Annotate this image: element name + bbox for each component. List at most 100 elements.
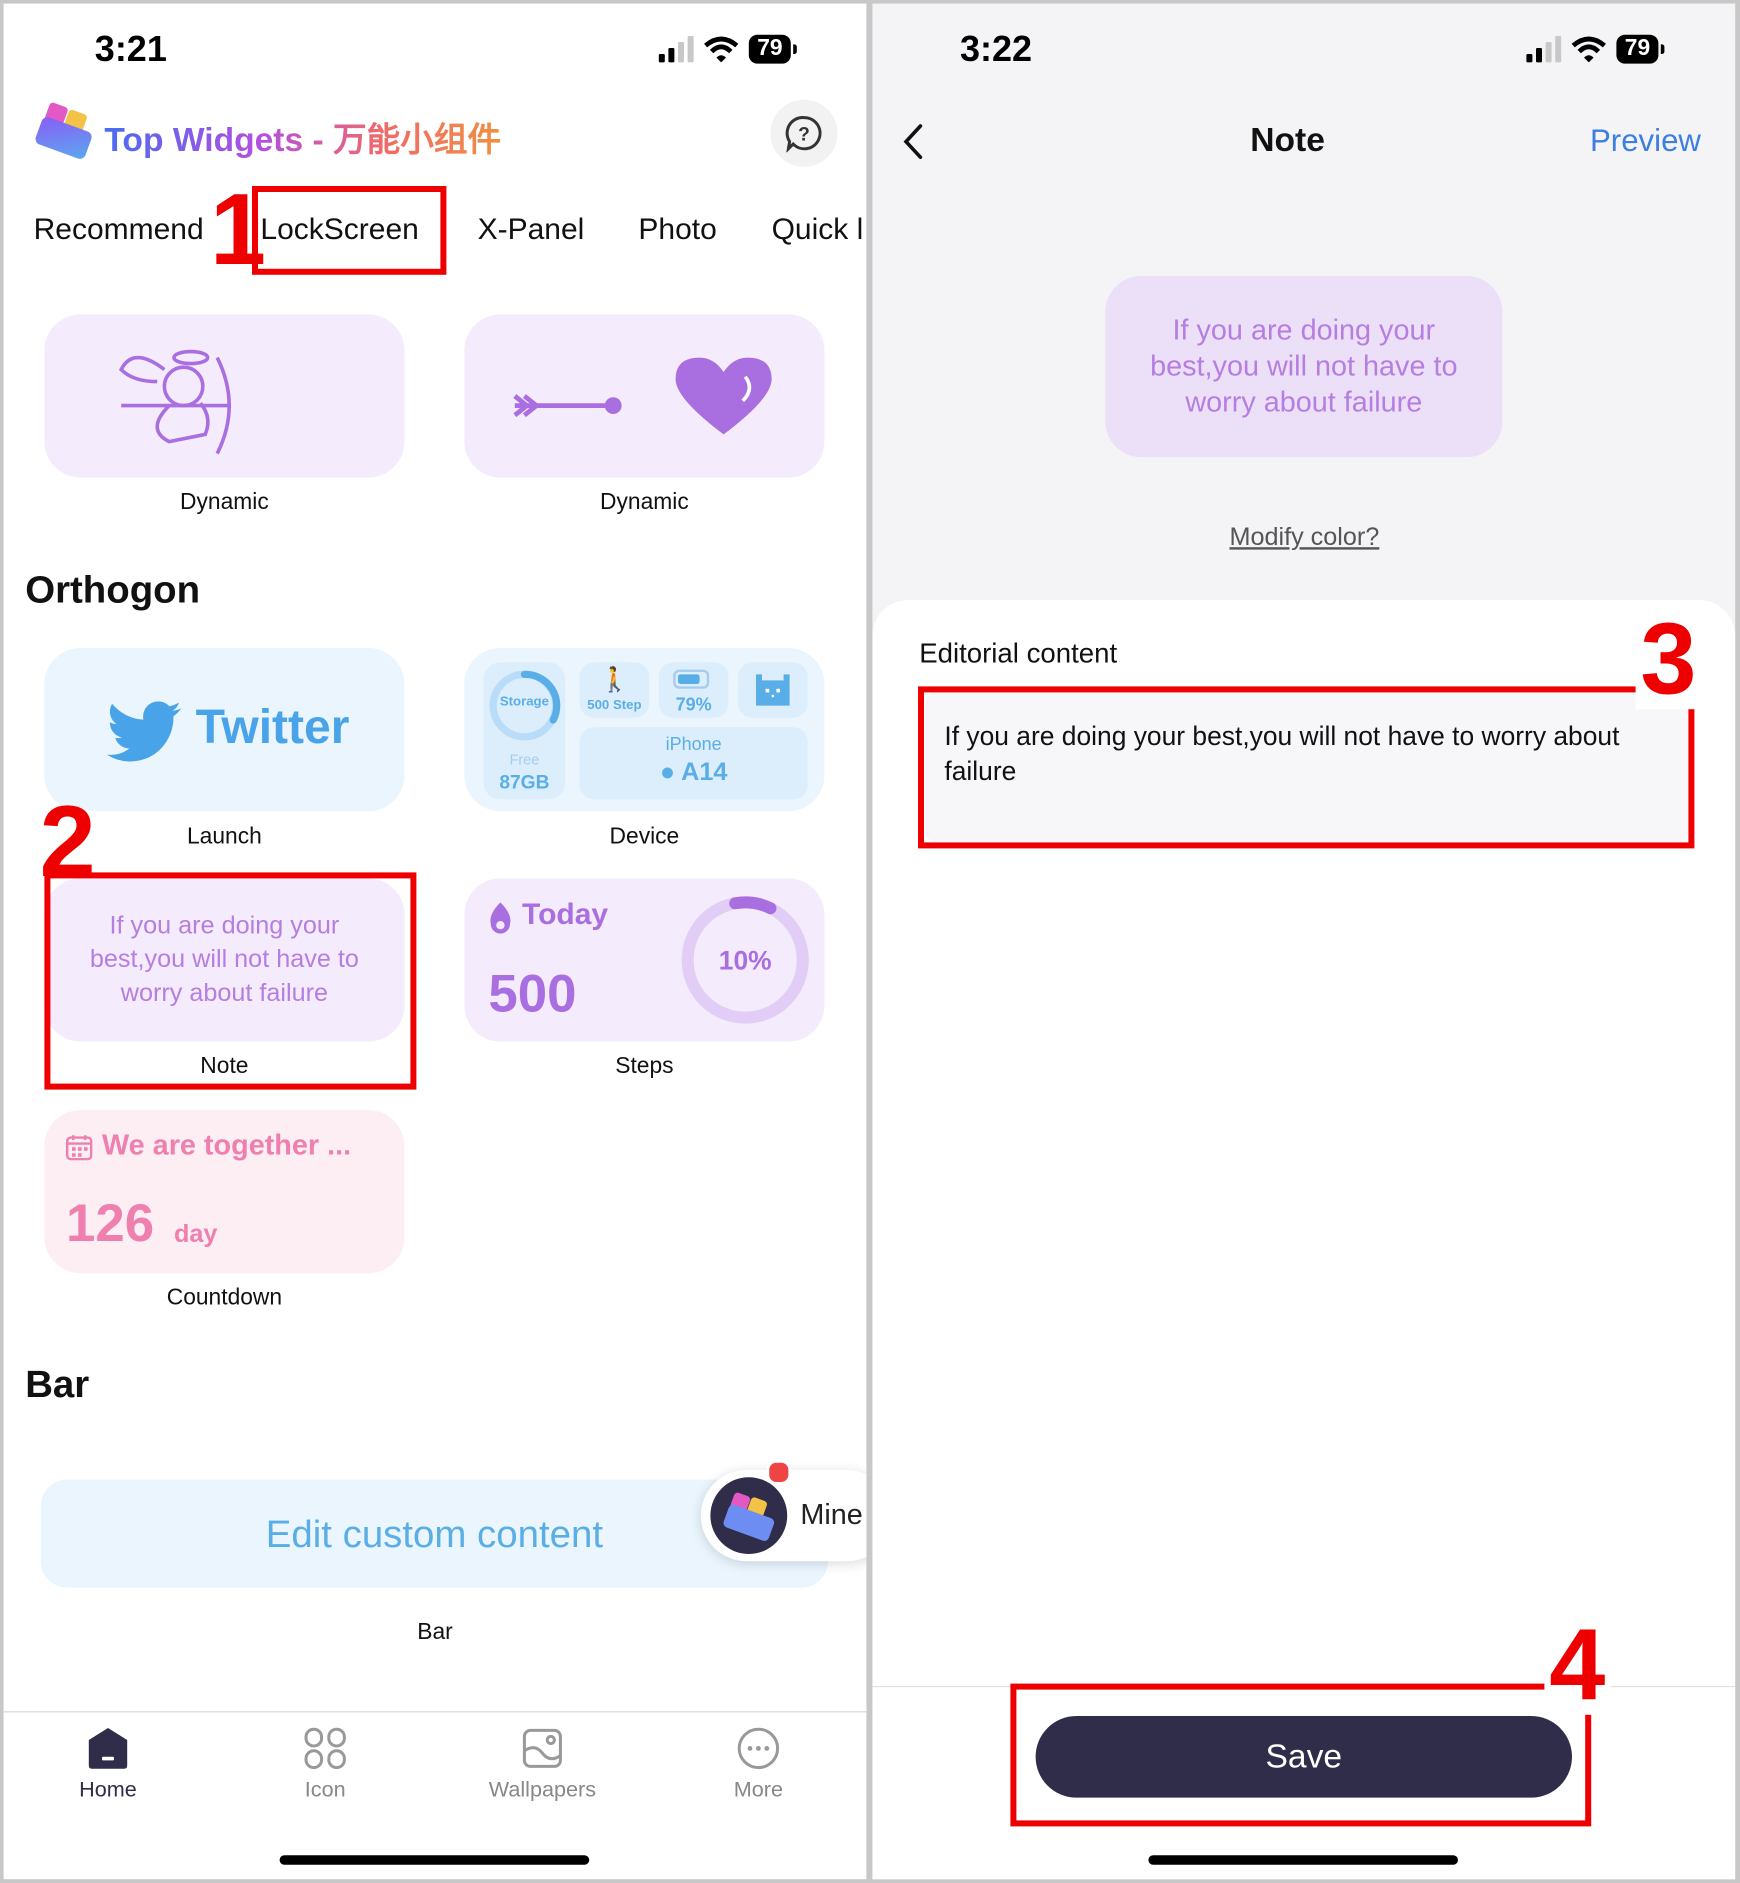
home-indicator bbox=[279, 1855, 590, 1865]
walking-icon: 🚶 bbox=[599, 667, 630, 694]
mine-floating-button[interactable]: Mine bbox=[700, 1460, 867, 1562]
nav-label: Wallpapers bbox=[488, 1777, 597, 1802]
widget-twitter-launch[interactable]: Twitter bbox=[44, 648, 405, 812]
cat-tile bbox=[738, 662, 808, 718]
status-time: 3:21 bbox=[94, 30, 167, 70]
right-screen: 3:22 79 Note Preview If you are doing yo… bbox=[872, 3, 1736, 1880]
cupid-icon bbox=[119, 349, 231, 455]
arrow-heart-icon bbox=[513, 357, 772, 435]
svg-text:?: ? bbox=[798, 124, 810, 145]
tab-bar-divider bbox=[3, 1711, 867, 1713]
left-screen: 3:21 79 Top Widgets - 万能小组件 ? Recommend … bbox=[3, 3, 867, 1880]
battery-percent: 79% bbox=[675, 694, 712, 716]
steps-value: 500 Step bbox=[587, 698, 642, 713]
steps-percent: 10% bbox=[718, 945, 772, 976]
apple-icon: ● bbox=[659, 758, 676, 787]
widget-label: Steps bbox=[615, 1053, 674, 1079]
free-value: 87GB bbox=[499, 772, 550, 794]
modify-color-link[interactable]: Modify color? bbox=[872, 523, 1735, 552]
nav-label: More bbox=[733, 1777, 784, 1802]
battery-icon bbox=[673, 669, 710, 689]
bar-widget-text: Edit custom content bbox=[265, 1511, 604, 1555]
wallpaper-icon bbox=[522, 1728, 562, 1768]
status-icons: 79 bbox=[1526, 34, 1665, 64]
icon-grid-icon bbox=[304, 1727, 346, 1770]
countdown-value: 126 bbox=[66, 1194, 155, 1253]
storage-label: Storage bbox=[499, 694, 549, 710]
battery-tile: 79% bbox=[658, 662, 729, 718]
signal-icon bbox=[658, 36, 694, 63]
widget-label: Dynamic bbox=[600, 489, 689, 515]
tab-recommend[interactable]: Recommend bbox=[34, 212, 204, 247]
widget-dynamic-heart[interactable] bbox=[464, 314, 825, 478]
steps-count: 500 bbox=[488, 964, 577, 1024]
app-logo-icon bbox=[35, 102, 92, 159]
tab-x-panel[interactable]: X-Panel bbox=[478, 212, 585, 247]
note-preview-widget: If you are doing your best,you will not … bbox=[1105, 276, 1503, 458]
mine-avatar bbox=[710, 1477, 788, 1555]
question-bubble-icon: ? bbox=[785, 116, 822, 153]
annotation-number-4: 4 bbox=[1544, 1614, 1611, 1715]
annotation-box-3 bbox=[918, 686, 1695, 849]
widget-label: Bar bbox=[417, 1620, 453, 1646]
widget-steps[interactable]: Today 500 10% bbox=[464, 878, 825, 1042]
widget-label: Launch bbox=[186, 824, 262, 850]
chip-value: A14 bbox=[681, 758, 728, 787]
annotation-number-2: 2 bbox=[39, 784, 96, 898]
free-label: Free bbox=[509, 751, 540, 768]
widget-device[interactable]: Storage Free 87GB 🚶 500 Step 79% iPhone … bbox=[464, 648, 825, 812]
countdown-unit: day bbox=[174, 1220, 218, 1248]
pixel-cat-icon bbox=[756, 674, 790, 706]
home-indicator bbox=[1148, 1855, 1458, 1865]
widget-countdown[interactable]: We are together ... 126 day bbox=[44, 1110, 405, 1274]
screenshot-composite: 3:21 79 Top Widgets - 万能小组件 ? Recommend … bbox=[0, 0, 1740, 1883]
section-title-orthogon: Orthogon bbox=[25, 567, 201, 611]
nav-home[interactable]: Home bbox=[36, 1727, 180, 1803]
annotation-number-1: 1 bbox=[210, 172, 267, 286]
widget-label: Device bbox=[609, 824, 680, 850]
nav-label: Home bbox=[79, 1777, 137, 1802]
widget-dynamic-cupid[interactable] bbox=[44, 314, 405, 478]
tab-photo[interactable]: Photo bbox=[638, 212, 716, 247]
flame-icon bbox=[490, 902, 511, 934]
today-label: Today bbox=[522, 897, 609, 932]
nav-wallpapers[interactable]: Wallpapers bbox=[470, 1727, 614, 1803]
notification-dot bbox=[766, 1460, 791, 1485]
countdown-title: We are together ... bbox=[102, 1129, 352, 1162]
mine-label: Mine bbox=[800, 1498, 863, 1532]
annotation-box-2 bbox=[44, 872, 417, 1090]
steps-tile: 🚶 500 Step bbox=[579, 662, 650, 718]
nav-more[interactable]: More bbox=[686, 1727, 830, 1803]
signal-icon bbox=[1526, 36, 1562, 63]
preview-text: If you are doing your best,you will not … bbox=[1150, 313, 1458, 419]
nav-icon[interactable]: Icon bbox=[253, 1727, 397, 1803]
page-title: Note bbox=[1250, 121, 1325, 159]
widget-label: Dynamic bbox=[180, 489, 269, 515]
more-icon bbox=[737, 1727, 780, 1770]
widget-label: Countdown bbox=[166, 1285, 283, 1311]
section-title-bar: Bar bbox=[25, 1362, 90, 1406]
editorial-content-label: Editorial content bbox=[919, 637, 1118, 669]
storage-tile: Storage Free 87GB bbox=[483, 662, 566, 800]
app-logo-icon bbox=[723, 1492, 775, 1541]
status-icons: 79 bbox=[658, 34, 798, 64]
status-time: 3:22 bbox=[960, 30, 1033, 70]
app-title: Top Widgets - 万能小组件 bbox=[104, 114, 501, 162]
nav-label: Icon bbox=[304, 1777, 346, 1802]
battery-indicator: 79 bbox=[1616, 34, 1665, 64]
wifi-icon bbox=[1571, 36, 1606, 63]
tab-quick[interactable]: Quick l bbox=[772, 212, 864, 247]
phone-label: iPhone bbox=[665, 734, 722, 755]
home-icon bbox=[88, 1728, 128, 1769]
twitter-text: Twitter bbox=[195, 700, 350, 754]
calendar-icon bbox=[66, 1135, 93, 1161]
battery-indicator: 79 bbox=[748, 34, 798, 64]
annotation-box-1 bbox=[252, 186, 447, 275]
annotation-box-4 bbox=[1010, 1683, 1592, 1827]
preview-button[interactable]: Preview bbox=[1590, 122, 1701, 159]
annotation-number-3: 3 bbox=[1635, 608, 1702, 710]
twitter-bird-icon bbox=[106, 701, 182, 762]
wifi-icon bbox=[704, 36, 739, 63]
help-button[interactable]: ? bbox=[770, 99, 838, 167]
iphone-tile: iPhone ● A14 bbox=[579, 727, 808, 800]
